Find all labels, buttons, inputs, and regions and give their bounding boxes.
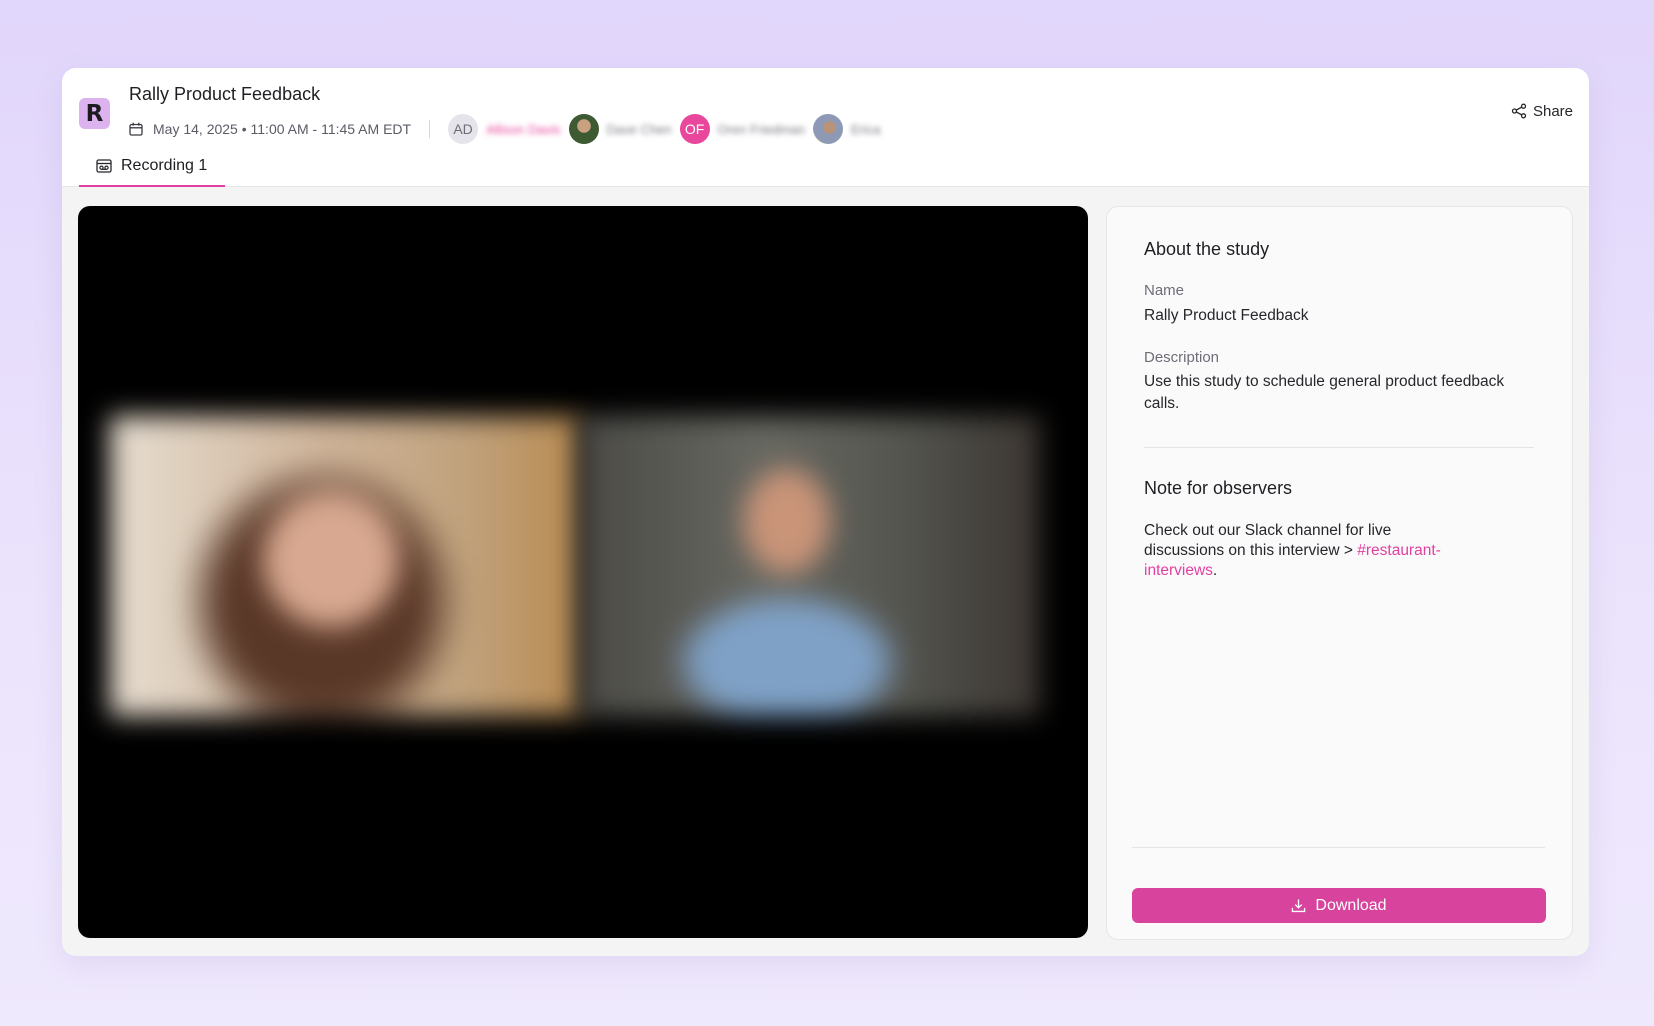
description-label: Description <box>1144 349 1220 366</box>
note-heading: Note for observers <box>1144 478 1293 498</box>
share-button[interactable]: Share <box>1511 100 1573 122</box>
footer-divider <box>1132 847 1545 848</box>
video-player[interactable] <box>78 206 1088 938</box>
participant-video-right <box>580 416 1040 716</box>
note-body: Check out our Slack channel for live dis… <box>1144 522 1392 559</box>
panel-divider <box>1144 447 1534 448</box>
download-label: Download <box>1315 896 1387 914</box>
avatar <box>568 114 599 144</box>
note-text: Check out our Slack channel for live dis… <box>1144 521 1444 581</box>
avatar: AD <box>448 114 479 144</box>
avatar: OF <box>679 114 710 144</box>
app-logo[interactable]: R <box>79 98 110 129</box>
avatar <box>812 114 843 144</box>
meta-divider <box>429 120 431 138</box>
description-value: Use this study to schedule general produ… <box>1144 373 1505 412</box>
name-label: Name <box>1144 282 1185 299</box>
tab-recording-1[interactable]: Recording 1 <box>79 147 225 187</box>
download-icon <box>1292 899 1306 913</box>
header: R Rally Product Feedback May 14, 2025 • … <box>62 68 1589 187</box>
participant-name: Erica <box>850 121 881 137</box>
download-button[interactable]: Download <box>1132 888 1546 923</box>
participant-name: Allison Davis <box>486 121 561 137</box>
participant[interactable]: Dave Chen <box>568 114 672 144</box>
participant[interactable]: Erica <box>812 114 881 144</box>
participant-video-left <box>110 416 580 716</box>
note-suffix: . <box>1212 562 1218 579</box>
page-title: Rally Product Feedback <box>129 84 321 104</box>
share-icon <box>1511 103 1527 119</box>
participant[interactable]: AD Allison Davis <box>448 114 561 144</box>
tab-label: Recording 1 <box>121 157 208 174</box>
study-info-panel: About the study Name Rally Product Feedb… <box>1106 206 1573 940</box>
participant-name: Dave Chen <box>606 121 672 137</box>
participant-name: Oren Friedman <box>717 121 805 137</box>
meta-row: May 14, 2025 • 11:00 AM - 11:45 AM EDT A… <box>129 114 889 144</box>
participants-list: AD Allison Davis Dave Chen OF Oren Fried… <box>448 114 889 144</box>
participant[interactable]: OF Oren Friedman <box>679 114 805 144</box>
name-value: Rally Product Feedback <box>1144 307 1309 324</box>
recording-icon <box>96 159 112 173</box>
meeting-datetime: May 14, 2025 • 11:00 AM - 11:45 AM EDT <box>153 121 412 137</box>
share-label: Share <box>1532 102 1573 120</box>
about-heading: About the study <box>1144 239 1270 259</box>
recording-card: R Rally Product Feedback May 14, 2025 • … <box>62 68 1589 956</box>
calendar-icon <box>129 122 143 136</box>
